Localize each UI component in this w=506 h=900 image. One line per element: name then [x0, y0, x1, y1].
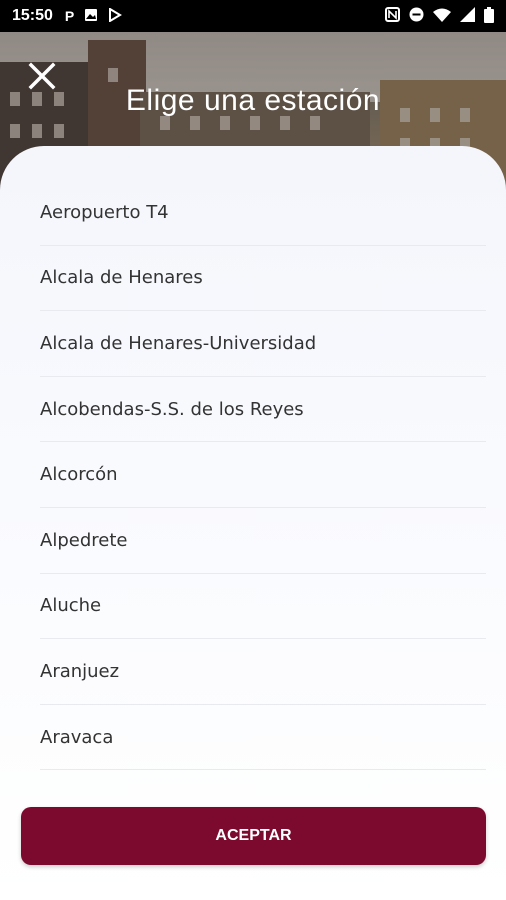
station-sheet: Aeropuerto T4 Alcala de Henares Alcala d…	[0, 146, 506, 900]
image-icon	[84, 8, 98, 25]
accept-button[interactable]: ACEPTAR	[21, 807, 486, 865]
battery-icon	[484, 6, 494, 26]
list-item[interactable]: Alcala de Henares	[40, 246, 486, 312]
list-item[interactable]: Alpedrete	[40, 508, 486, 574]
signal-icon	[460, 7, 475, 25]
list-item[interactable]: Alcorcón	[40, 442, 486, 508]
nfc-icon	[385, 7, 400, 25]
status-bar: 15:50 P	[0, 0, 506, 32]
list-item[interactable]: Alcala de Henares-Universidad	[40, 311, 486, 377]
station-list: Aeropuerto T4 Alcala de Henares Alcala d…	[40, 180, 486, 771]
list-item[interactable]: Alcobendas-S.S. de los Reyes	[40, 377, 486, 443]
play-store-icon	[108, 6, 123, 25]
do-not-disturb-icon	[409, 7, 424, 25]
list-item[interactable]: Aranjuez	[40, 639, 486, 705]
wifi-icon	[433, 8, 451, 25]
list-item[interactable]: Aeropuerto T4	[40, 180, 486, 246]
parking-icon: P	[64, 8, 75, 24]
status-time: 15:50	[12, 7, 53, 24]
list-item[interactable]: Aravaca	[40, 705, 486, 771]
list-item[interactable]: Aluche	[40, 574, 486, 640]
page-title: Elige una estación	[125, 84, 381, 117]
